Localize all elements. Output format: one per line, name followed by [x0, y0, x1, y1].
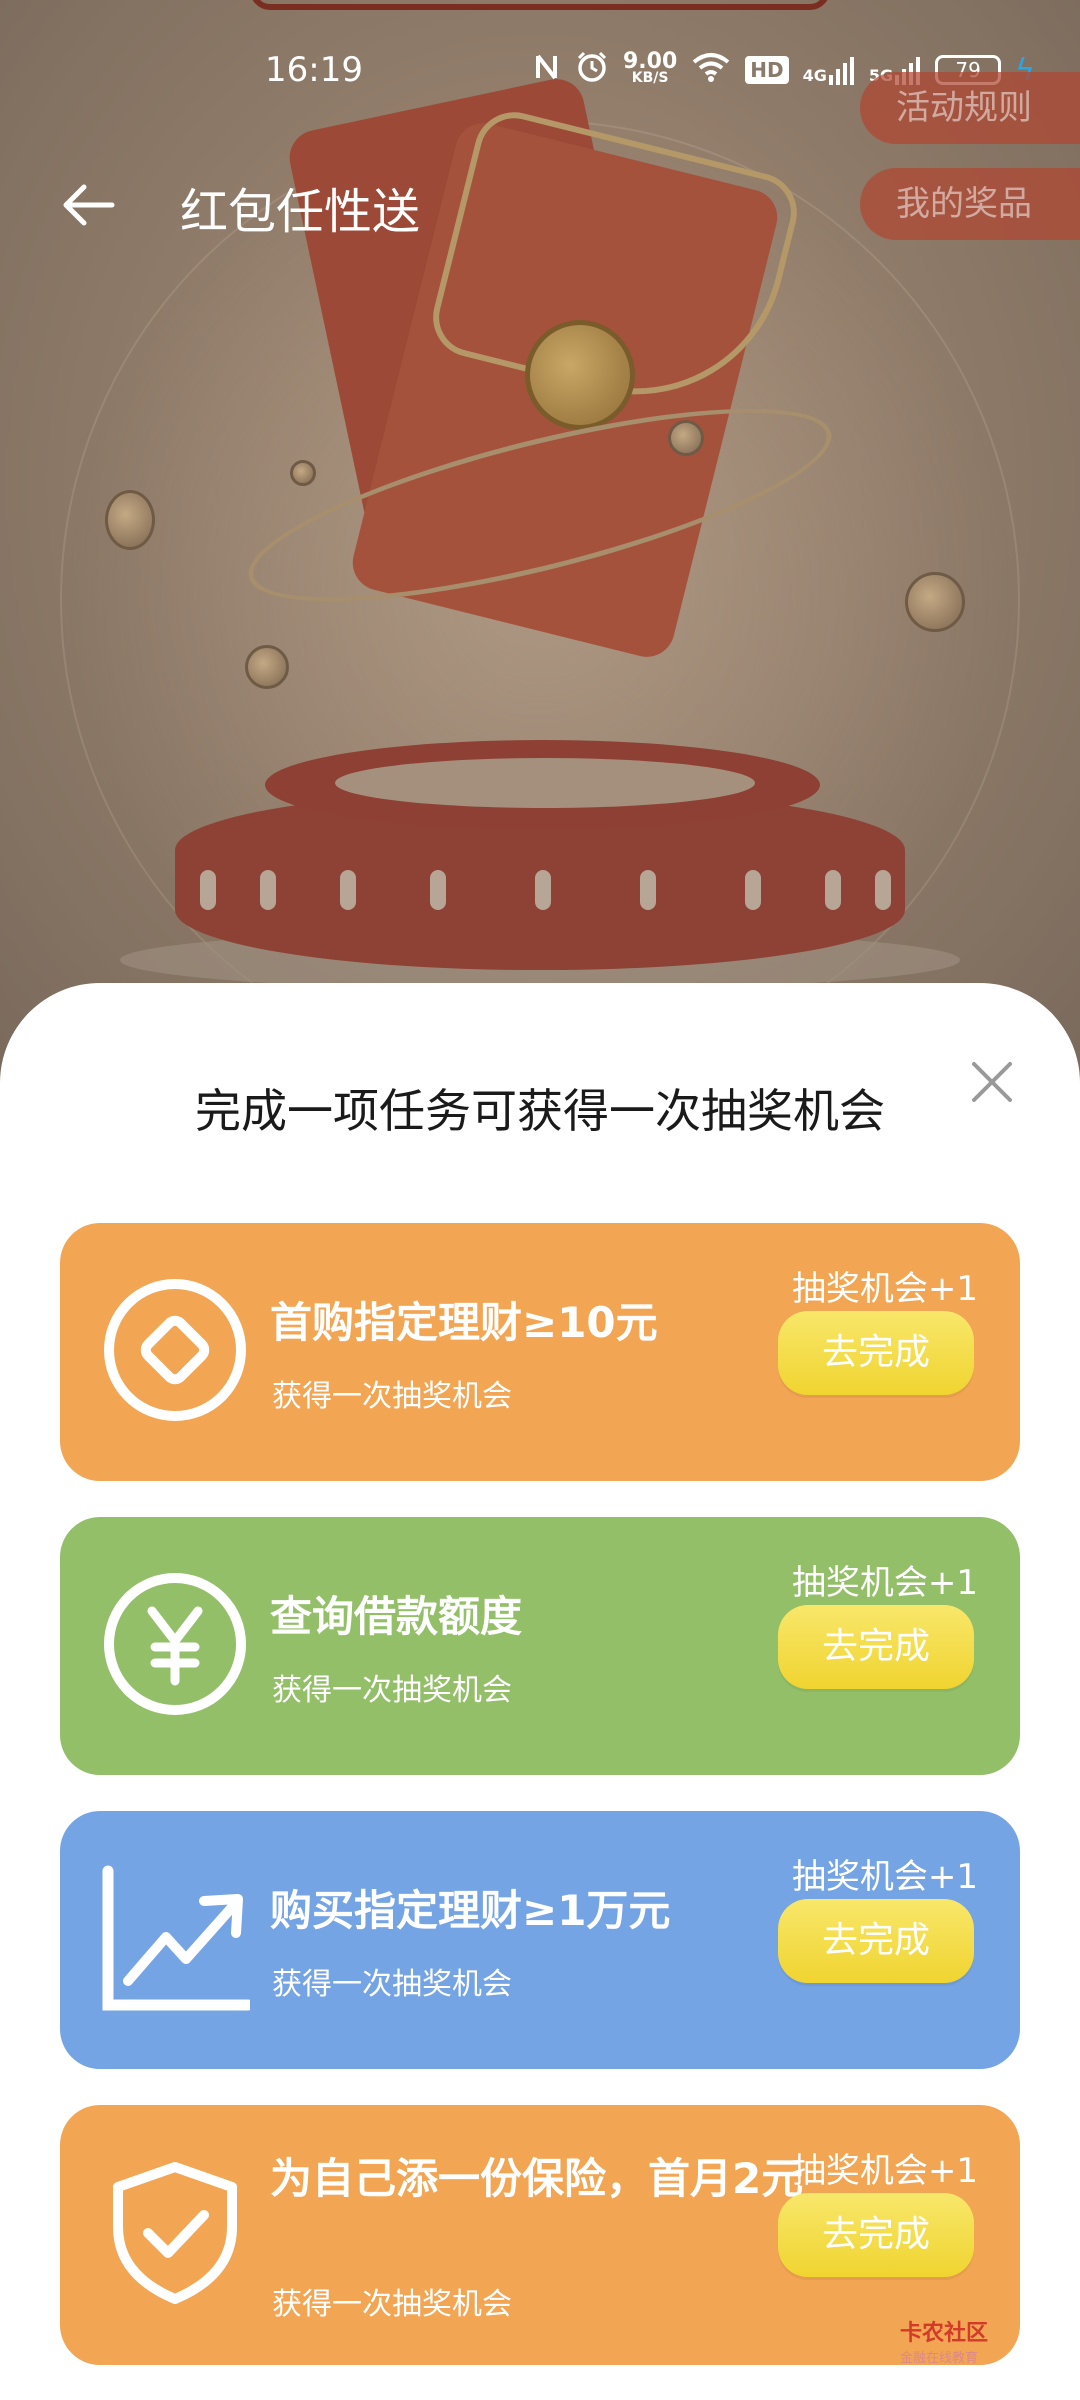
coin-icon	[905, 572, 965, 632]
task-card-first-purchase: 首购指定理财≥10元 获得一次抽奖机会 抽奖机会+1 去完成	[60, 1223, 1020, 1481]
task-reward: 抽奖机会+1	[791, 1269, 979, 1309]
task-reward: 抽奖机会+1	[791, 1563, 979, 1603]
diamond-coin-icon	[100, 1275, 250, 1425]
pedestal-inner	[335, 758, 755, 808]
status-time: 16:19	[265, 50, 363, 90]
pedestal-slot	[260, 870, 276, 910]
task-reward: 抽奖机会+1	[791, 2151, 979, 2191]
task-title: 购买指定理财≥1万元	[270, 1886, 671, 1935]
pedestal-slot	[640, 870, 656, 910]
watermark-name: 卡农社区	[900, 2321, 989, 2346]
pedestal-slot	[825, 870, 841, 910]
watermark-slogan: 金融在线教育	[900, 2351, 979, 2366]
task-card-insurance: 为自己添一份保险，首月2元 获得一次抽奖机会 抽奖机会+1 去完成	[60, 2105, 1020, 2365]
signal-4g-icon: 4G	[803, 55, 855, 85]
go-complete-button[interactable]: 去完成	[778, 1899, 974, 1983]
task-subtitle: 获得一次抽奖机会	[272, 1967, 512, 2002]
net-speed: 9.00 KB/S	[623, 49, 678, 87]
pedestal-slot	[875, 870, 891, 910]
signal-4g-label: 4G	[802, 66, 827, 85]
hero-background	[0, 0, 1080, 1080]
yen-coin-icon	[100, 1569, 250, 1719]
go-complete-button[interactable]: 去完成	[778, 1311, 974, 1395]
coin-icon	[290, 460, 316, 486]
pedestal-slot	[430, 870, 446, 910]
task-card-buy-investment: 购买指定理财≥1万元 获得一次抽奖机会 抽奖机会+1 去完成	[60, 1811, 1020, 2069]
hero-frame	[250, 0, 830, 10]
wifi-icon	[691, 52, 731, 89]
nfc-icon	[535, 52, 561, 89]
sheet-title: 完成一项任务可获得一次抽奖机会	[195, 1084, 885, 1138]
pedestal-slot	[340, 870, 356, 910]
task-card-check-credit: 查询借款额度 获得一次抽奖机会 抽奖机会+1 去完成	[60, 1517, 1020, 1775]
trend-up-icon	[100, 1863, 254, 2013]
coin-icon	[245, 645, 289, 689]
alarm-icon	[575, 50, 609, 91]
task-title: 为自己添一份保险，首月2元	[270, 2154, 804, 2203]
page-title: 红包任性送	[180, 184, 421, 240]
pedestal-slot	[200, 870, 216, 910]
task-title: 首购指定理财≥10元	[270, 1298, 658, 1347]
task-subtitle: 获得一次抽奖机会	[272, 1379, 512, 1414]
coin-icon	[668, 420, 704, 456]
net-speed-value: 9.00	[623, 49, 678, 74]
pedestal-slot	[535, 870, 551, 910]
my-prizes-button[interactable]: 我的奖品	[860, 168, 1080, 240]
task-subtitle: 获得一次抽奖机会	[272, 2287, 512, 2322]
hd-icon: HD	[745, 56, 789, 84]
activity-rules-button[interactable]: 活动规则	[860, 72, 1080, 144]
task-reward: 抽奖机会+1	[791, 1857, 979, 1897]
back-arrow-icon[interactable]	[60, 175, 120, 235]
watermark-logo: 卡农社区 金融在线教育	[900, 2315, 988, 2366]
coin-icon	[105, 490, 155, 550]
envelope-seal-coin	[525, 320, 635, 430]
task-subtitle: 获得一次抽奖机会	[272, 1673, 512, 1708]
shield-check-icon	[100, 2157, 250, 2307]
go-complete-button[interactable]: 去完成	[778, 1605, 974, 1689]
task-title: 查询借款额度	[270, 1592, 523, 1641]
pedestal-slot	[745, 870, 761, 910]
close-icon[interactable]	[970, 1060, 1014, 1104]
go-complete-button[interactable]: 去完成	[778, 2193, 974, 2277]
